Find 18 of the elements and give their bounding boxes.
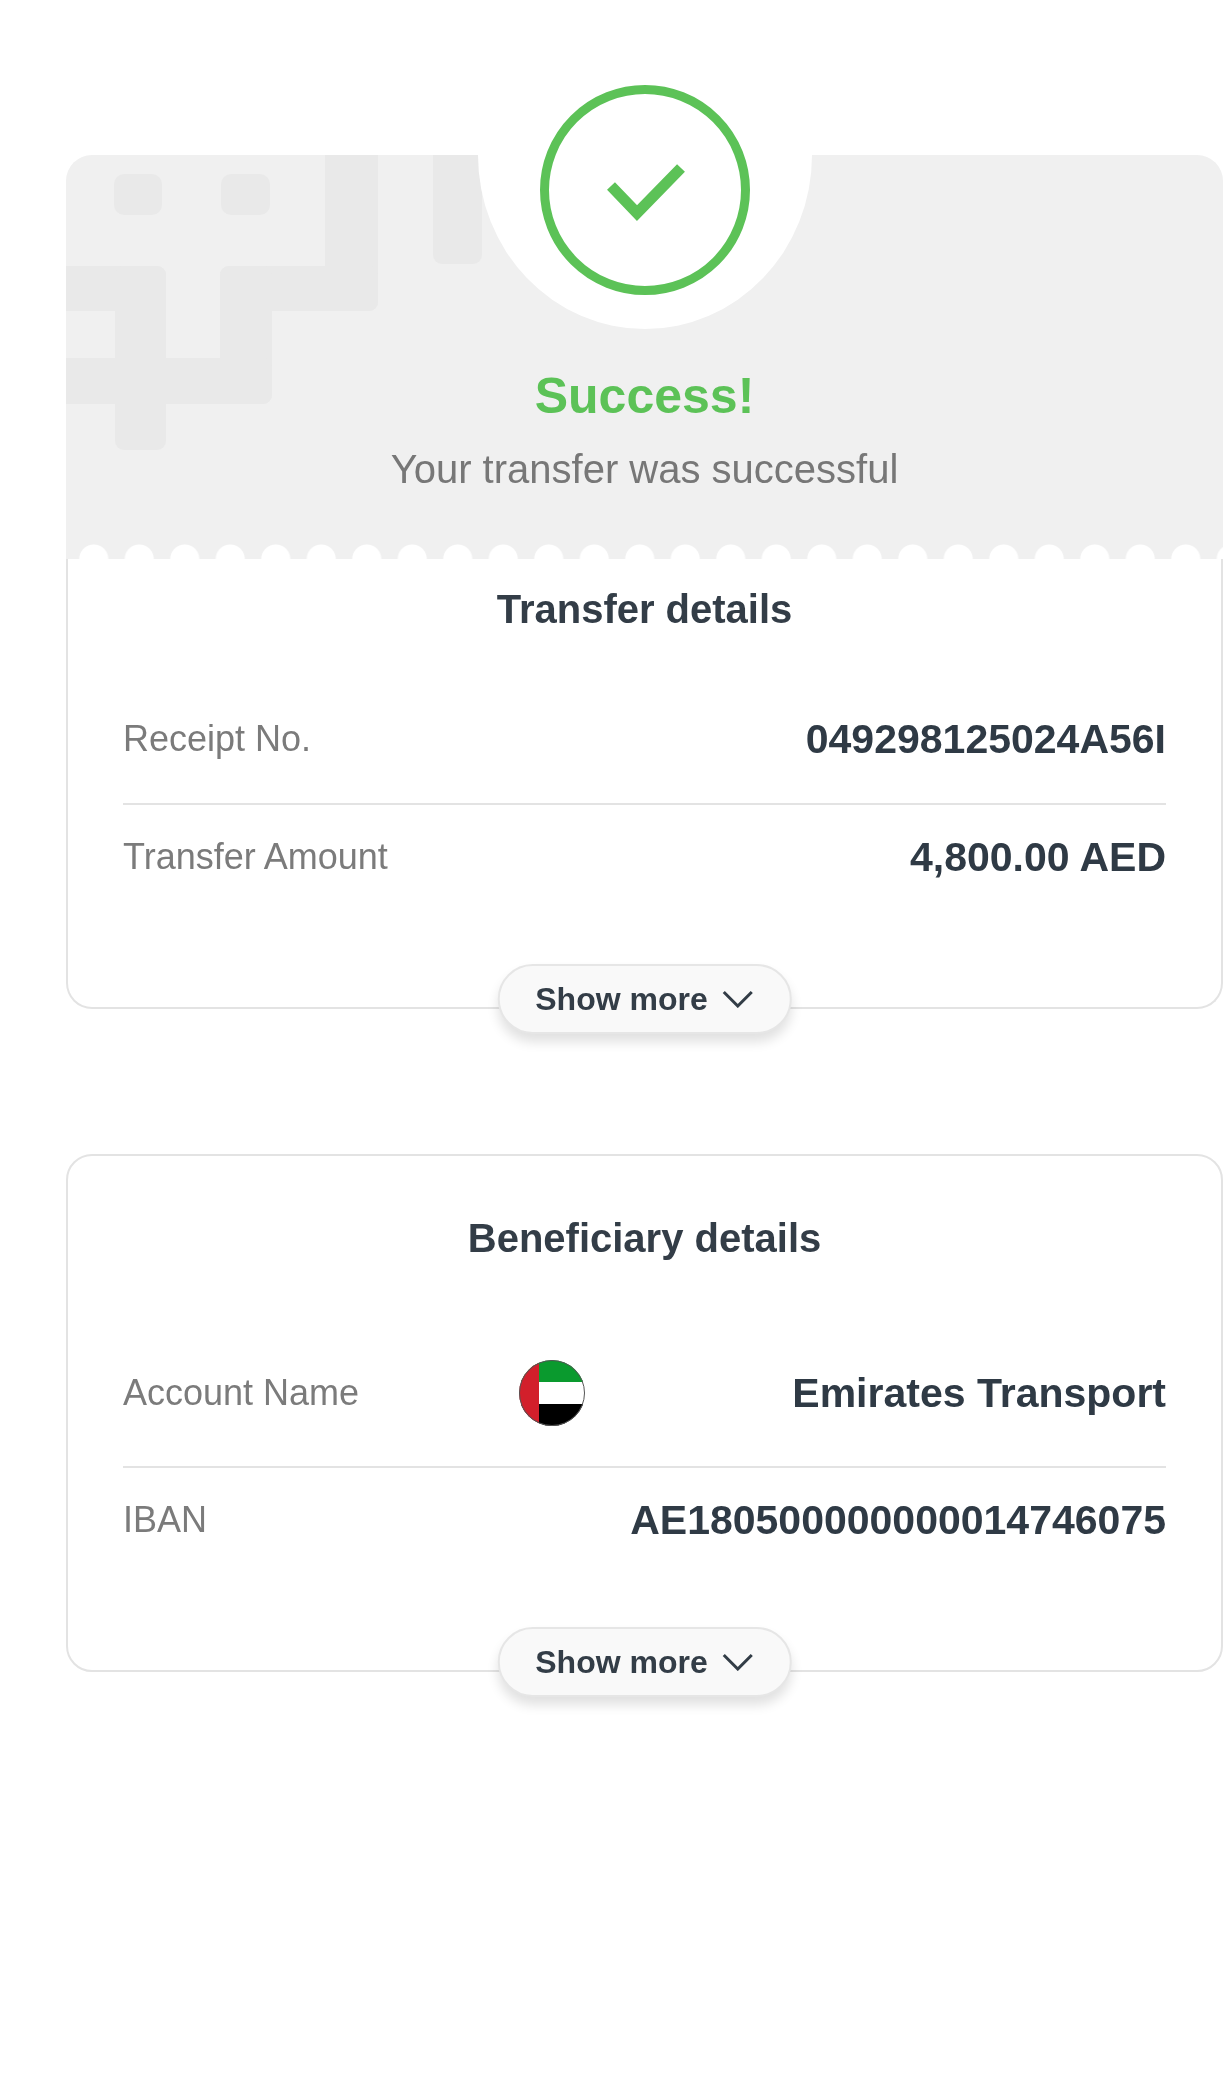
chevron-down-icon (721, 990, 754, 1008)
row-value: AE180500000000014746075 (630, 1496, 1166, 1544)
status-message: Your transfer was successful (390, 446, 899, 493)
chevron-down-icon (721, 1653, 754, 1671)
show-more-button[interactable]: Show more (497, 964, 792, 1034)
row-value: Emirates Transport (792, 1369, 1166, 1417)
show-more-button[interactable]: Show more (497, 1627, 792, 1697)
flag-icon (519, 1360, 585, 1426)
row-label: Transfer Amount (123, 835, 388, 879)
row-label: Receipt No. (123, 717, 312, 761)
status-title: Success! (534, 367, 755, 426)
row-label: Account Name (123, 1371, 360, 1415)
row-value: 4,800.00 AED (909, 833, 1166, 881)
row-label: IBAN (123, 1498, 208, 1542)
section-title: Transfer details (495, 586, 794, 633)
row-value: 049298125024A56I (805, 715, 1166, 763)
section-title: Beneficiary details (466, 1215, 823, 1262)
check-circle-icon (539, 85, 750, 295)
